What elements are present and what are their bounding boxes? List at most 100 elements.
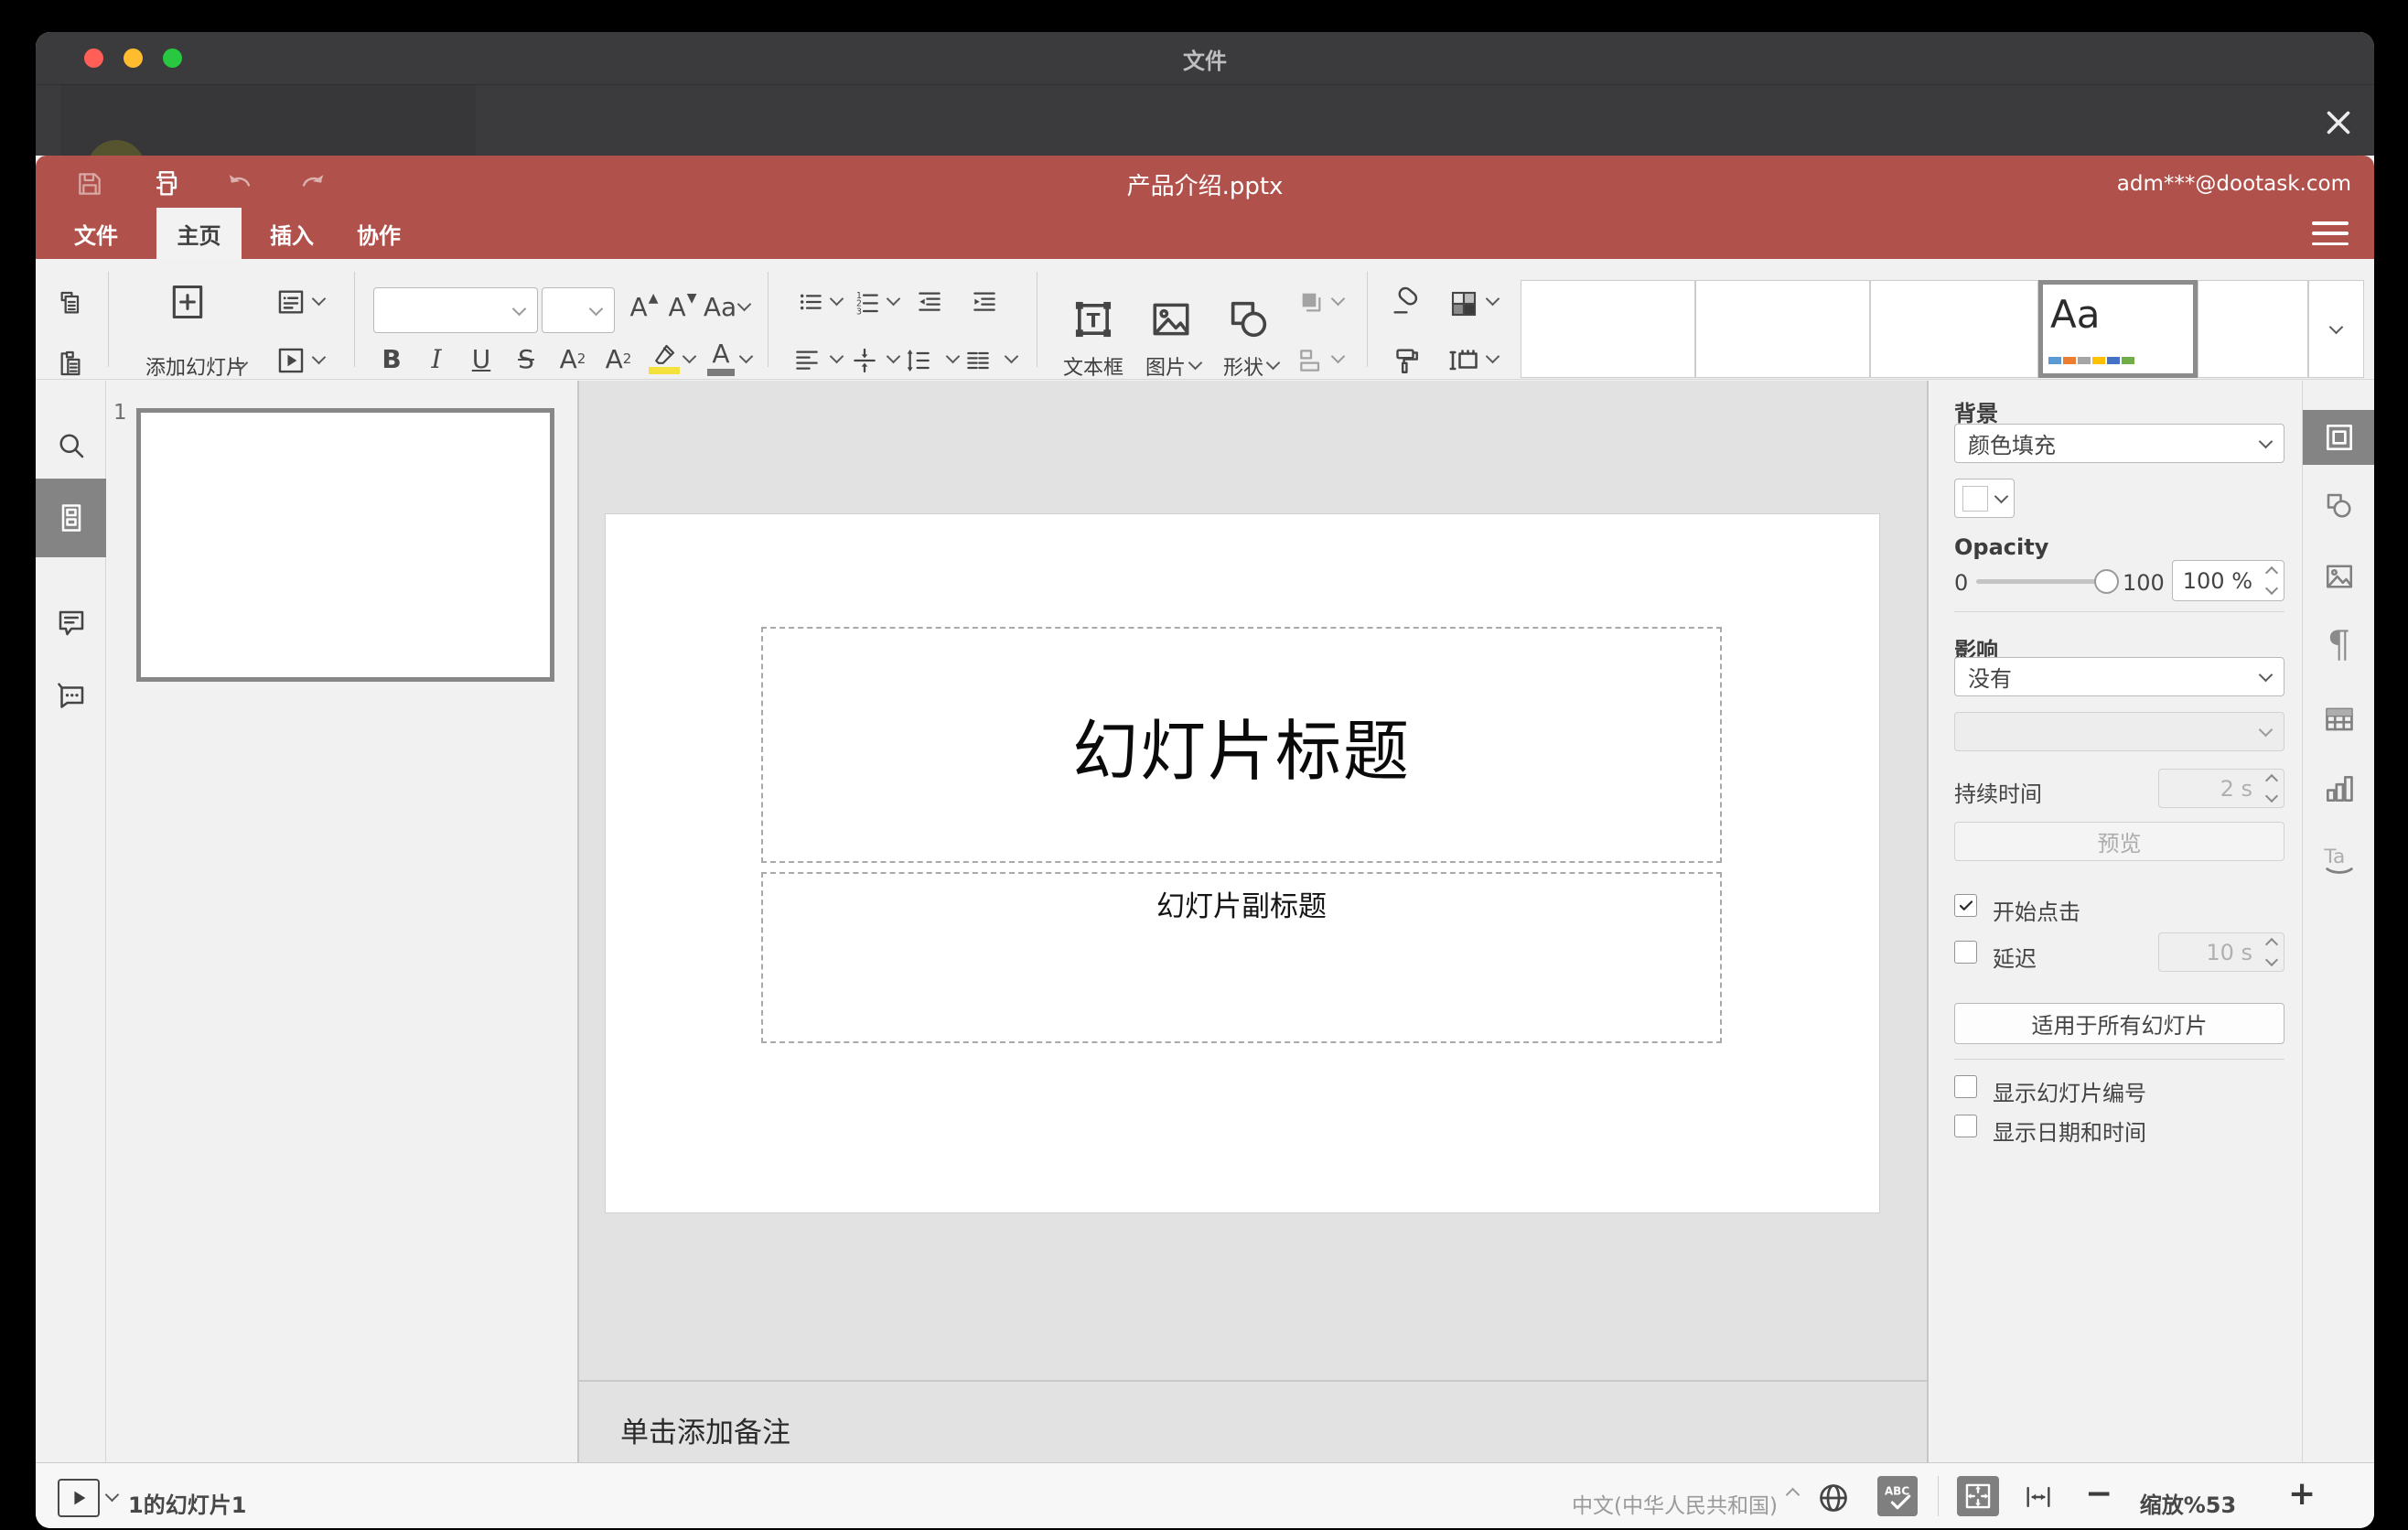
columns-dropdown-icon[interactable] (1004, 349, 1019, 364)
zoom-traffic-light[interactable] (163, 48, 182, 68)
italic-button[interactable]: I (419, 341, 454, 376)
shape-button[interactable] (1221, 294, 1276, 345)
decrease-indent-button[interactable] (912, 285, 947, 319)
sidebar-item-slide-settings[interactable] (2303, 410, 2374, 465)
show-date-time-checkbox[interactable] (1954, 1115, 1977, 1137)
superscript-button[interactable]: A 2 (554, 341, 592, 376)
paste-button[interactable] (54, 347, 87, 380)
close-editor-button[interactable] (2319, 103, 2358, 142)
spellcheck-button[interactable]: ABC (1877, 1476, 1918, 1516)
slide-size-dropdown-icon[interactable] (1485, 349, 1500, 364)
tab-file[interactable]: 文件 (45, 208, 147, 259)
increase-indent-button[interactable] (967, 285, 1002, 319)
sidebar-item-paragraph-settings[interactable]: ¶ (2303, 618, 2374, 673)
slide-canvas[interactable]: 幻灯片标题 幻灯片副标题 (606, 514, 1879, 1212)
zoom-in-button[interactable]: + (2288, 1478, 2316, 1511)
language-caret-icon[interactable] (1785, 1487, 1801, 1503)
opacity-spinbox[interactable]: 100 % (2172, 560, 2284, 601)
minimize-traffic-light[interactable] (124, 48, 143, 68)
numbering-button[interactable]: 1 2 3 (850, 285, 885, 319)
set-language-button[interactable] (1816, 1481, 1851, 1515)
zoom-out-button[interactable]: − (2085, 1478, 2112, 1511)
add-slide-button[interactable] (167, 281, 209, 323)
slide-size-button[interactable] (1445, 343, 1483, 378)
notes-splitter[interactable] (579, 1380, 1927, 1382)
align-shapes-dropdown-icon[interactable] (1330, 349, 1346, 364)
opacity-stepper[interactable] (2264, 561, 2279, 600)
align-dropdown-icon[interactable] (829, 349, 844, 364)
effect-select[interactable]: 没有 (1954, 657, 2284, 696)
strikethrough-button[interactable]: S (509, 341, 543, 376)
theme-slot-5[interactable] (2198, 280, 2308, 378)
title-placeholder[interactable]: 幻灯片标题 (761, 627, 1722, 863)
increase-font-button[interactable]: A ▲ (625, 289, 663, 324)
start-slideshow-status-button[interactable] (58, 1479, 100, 1517)
apply-to-all-button[interactable]: 适用于所有幻灯片 (1954, 1003, 2284, 1044)
tab-insert[interactable]: 插入 (251, 208, 333, 259)
opacity-slider-track[interactable] (1976, 579, 2112, 584)
image-button[interactable] (1145, 294, 1198, 345)
slideshow-dropdown-icon[interactable] (311, 350, 327, 365)
preview-button[interactable]: 预览 (1954, 822, 2284, 861)
vertical-align-button[interactable] (847, 343, 882, 378)
color-scheme-button[interactable] (1445, 285, 1483, 323)
notes-placeholder[interactable]: 单击添加备注 (620, 1409, 790, 1450)
sidebar-item-table-settings[interactable] (2303, 692, 2374, 747)
subscript-button[interactable]: A 2 (599, 341, 638, 376)
bullets-button[interactable] (793, 285, 828, 319)
theme-slot-2[interactable] (1695, 280, 1870, 378)
duration-spinbox[interactable]: 2 s (2158, 769, 2284, 808)
color-scheme-dropdown-icon[interactable] (1485, 291, 1500, 307)
horizontal-align-button[interactable] (790, 343, 824, 378)
duration-stepper[interactable] (2264, 770, 2279, 807)
textbox-button[interactable]: T (1066, 294, 1121, 345)
slide-layout-dropdown-icon[interactable] (311, 291, 327, 307)
fit-to-width-button[interactable] (2017, 1481, 2059, 1514)
delay-checkbox[interactable] (1954, 941, 1977, 964)
effect-type-select[interactable] (1954, 712, 2284, 751)
slide-layout-button[interactable] (274, 285, 308, 319)
highlight-dropdown-icon[interactable] (682, 349, 697, 364)
menu-button[interactable] (2312, 218, 2349, 249)
numbering-dropdown-icon[interactable] (886, 291, 901, 307)
vertical-align-dropdown-icon[interactable] (886, 349, 901, 364)
language-label[interactable]: 中文(中华人民共和国) (1572, 1488, 1778, 1519)
close-traffic-light[interactable] (84, 48, 103, 68)
sidebar-item-textart-settings[interactable]: Ta (2303, 831, 2374, 886)
arrange-shape-button[interactable] (1294, 285, 1328, 319)
start-slideshow-button[interactable] (274, 343, 308, 378)
start-on-click-checkbox[interactable] (1954, 894, 1977, 917)
bold-button[interactable]: B (374, 341, 409, 376)
columns-button[interactable] (961, 343, 995, 378)
font-color-dropdown-icon[interactable] (738, 349, 754, 364)
sidebar-item-chat[interactable] (36, 668, 106, 721)
copy-style-button[interactable] (1388, 343, 1423, 378)
font-color-button[interactable]: A (702, 339, 740, 378)
highlight-color-button[interactable] (645, 339, 683, 378)
delay-stepper[interactable] (2264, 933, 2279, 971)
sidebar-item-chart-settings[interactable] (2303, 761, 2374, 816)
copy-button[interactable] (54, 287, 87, 320)
slide-thumbnail-1[interactable] (136, 408, 554, 682)
fill-type-select[interactable]: 颜色填充 (1954, 424, 2284, 463)
font-name-select[interactable] (373, 287, 538, 333)
show-slide-number-checkbox[interactable] (1954, 1075, 1977, 1098)
font-size-select[interactable] (542, 287, 615, 333)
themes-gallery-expand-button[interactable] (2308, 280, 2364, 378)
shape-caption[interactable]: 形状 (1211, 350, 1275, 382)
sidebar-item-slides[interactable] (36, 479, 106, 557)
clear-style-button[interactable] (1388, 285, 1423, 319)
sidebar-item-search[interactable] (36, 419, 106, 472)
sidebar-item-comments[interactable] (36, 597, 106, 650)
theme-slot-1[interactable] (1521, 280, 1695, 378)
bullets-dropdown-icon[interactable] (829, 291, 844, 307)
image-caption[interactable]: 图片 (1134, 350, 1198, 382)
opacity-slider-handle[interactable] (2094, 569, 2119, 594)
slideshow-mode-dropdown-icon[interactable] (104, 1487, 120, 1503)
theme-slot-3[interactable] (1870, 280, 2038, 378)
underline-button[interactable]: U (464, 341, 499, 376)
arrange-dropdown-icon[interactable] (1330, 291, 1346, 307)
fill-color-button[interactable] (1954, 479, 2015, 518)
tab-home[interactable]: 主页 (156, 208, 242, 259)
subtitle-placeholder[interactable]: 幻灯片副标题 (761, 872, 1722, 1043)
